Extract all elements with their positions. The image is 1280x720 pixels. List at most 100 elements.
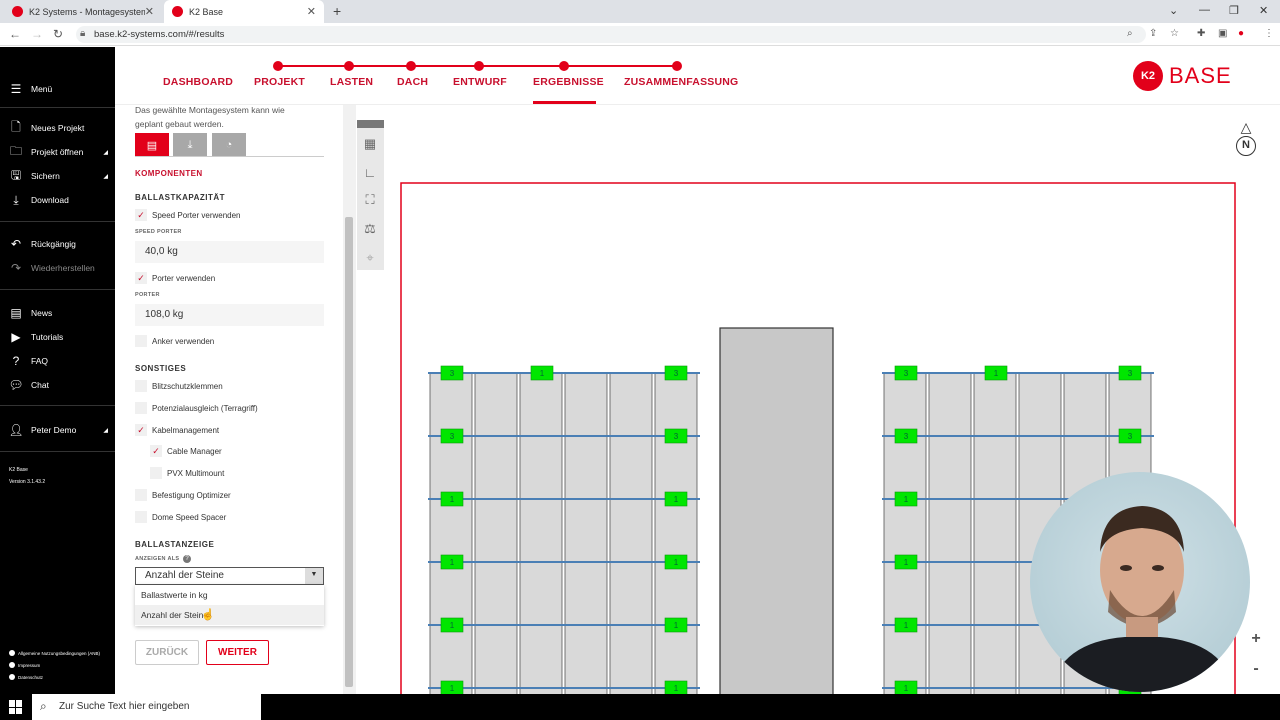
dropdown-option-kg[interactable]: Ballastwerte in kg xyxy=(135,585,324,605)
windows-start-icon[interactable] xyxy=(9,700,23,714)
browser-tab[interactable]: K2 Systems - Montagesysteme fü ✕ xyxy=(4,0,162,23)
component-list-button[interactable]: ▤ xyxy=(135,133,169,157)
step-projekt[interactable]: PROJEKT xyxy=(254,76,305,88)
restore-icon[interactable]: ❐ xyxy=(1229,4,1239,17)
dimension-icon[interactable]: ∟ xyxy=(360,162,380,182)
optimizer-fixing-checkbox[interactable]: Befestigung Optimizer xyxy=(135,488,231,502)
close-icon[interactable]: ✕ xyxy=(145,5,154,18)
sidebar-item-news[interactable]: ▤ News xyxy=(8,304,52,322)
close-window-icon[interactable]: ✕ xyxy=(1259,4,1268,17)
share-icon[interactable]: ⇪ xyxy=(1149,28,1157,39)
zoom-out-button[interactable]: - xyxy=(1243,656,1269,682)
back-button[interactable]: ZURÜCK xyxy=(135,640,199,665)
sidebar-item-open-project[interactable]: 🗀︎ Projekt öffnen ◢ xyxy=(8,143,113,161)
equipotential-checkbox[interactable]: Potenzialausgleich (Terragriff) xyxy=(135,401,258,415)
ballast-capacity-heading: BALLASTKAPAZITÄT xyxy=(135,193,226,202)
terms-link[interactable]: Allgemeine Nutzungsbedingungen (ANB) xyxy=(9,650,100,656)
sidebar-item-undo[interactable]: ↶ Rückgängig xyxy=(8,235,76,253)
export-button[interactable]: ⤓ xyxy=(173,133,207,157)
toolbar-handle[interactable] xyxy=(357,120,384,128)
step-entwurf[interactable]: ENTWURF xyxy=(453,76,507,88)
bookmark-star-icon[interactable]: ☆ xyxy=(1170,28,1179,39)
chat-icon: 💬︎ xyxy=(8,378,24,392)
section-components-title[interactable]: KOMPONENTEN xyxy=(135,169,203,178)
reading-list-icon[interactable]: ▣ xyxy=(1218,28,1227,39)
next-button[interactable]: WEITER xyxy=(206,640,269,665)
profile-icon[interactable]: ● xyxy=(1238,28,1244,39)
pvx-multimount-checkbox[interactable]: PVX Multimount xyxy=(150,466,224,480)
step-dach[interactable]: DACH xyxy=(397,76,428,88)
ballast-count-label: 1 xyxy=(904,558,909,567)
step-ergebnisse[interactable]: ERGEBNISSE xyxy=(533,76,604,88)
sidebar-item-save[interactable]: 🖫︎ Sichern ◢ xyxy=(8,167,113,185)
pv-module-column xyxy=(928,372,972,694)
porter-input[interactable]: 108,0 kg xyxy=(135,304,324,326)
ballast-count-label: 3 xyxy=(1128,369,1133,378)
reload-icon[interactable]: ↻ xyxy=(53,27,63,41)
ballast-count-label: 1 xyxy=(450,558,455,567)
browser-tab-active[interactable]: K2 Base ✕ xyxy=(164,0,324,23)
sidebar-item-tutorials[interactable]: ▶ Tutorials xyxy=(8,328,63,346)
menu-dots-icon[interactable]: ⋮ xyxy=(1264,28,1274,39)
user-icon: 👤︎ xyxy=(8,423,24,437)
sidebar-item-chat[interactable]: 💬︎ Chat xyxy=(8,376,49,394)
privacy-link[interactable]: Datenschutz xyxy=(9,674,43,680)
close-icon[interactable]: ✕ xyxy=(307,5,316,18)
ballast-weight-icon[interactable]: ⚖ xyxy=(360,219,380,239)
ballast-count-label: 1 xyxy=(450,495,455,504)
ballast-count-label: 1 xyxy=(904,621,909,630)
forward-arrow-icon[interactable]: → xyxy=(31,27,43,41)
sidebar-item-download[interactable]: ⤓ Download xyxy=(8,191,68,209)
step-lasten[interactable]: LASTEN xyxy=(330,76,373,88)
step-dot xyxy=(406,61,416,71)
sidebar-item-label: Wiederherstellen xyxy=(31,263,95,273)
divider xyxy=(135,156,324,157)
step-dashboard[interactable]: DASHBOARD xyxy=(163,76,233,88)
cable-management-checkbox[interactable]: ✓ Kabelmanagement xyxy=(135,423,219,437)
tab-search-icon[interactable]: ⌄ xyxy=(1169,4,1178,17)
sidebar-item-redo[interactable]: ↷ Wiederherstellen xyxy=(8,259,95,277)
extensions-icon[interactable]: ✚ xyxy=(1197,28,1205,39)
sidebar-item-faq[interactable]: ? FAQ xyxy=(8,352,48,370)
menu-button[interactable]: ☰ Menü xyxy=(8,80,53,98)
download-icon: ⤓ xyxy=(13,192,19,207)
status-text-line1: Das gewählte Montagesystem kann wie xyxy=(135,105,285,115)
lightning-clamps-checkbox[interactable]: Blitzschutzklemmen xyxy=(135,379,223,393)
step-zusammenfassung[interactable]: ZUSAMMENFASSUNG xyxy=(624,76,738,88)
minimize-icon[interactable]: — xyxy=(1199,4,1210,16)
url-field[interactable]: 🔒︎ base.k2-systems.com/#/results xyxy=(76,26,1146,43)
dropdown-option-stones[interactable]: Anzahl der Steine xyxy=(135,605,324,625)
url-text: base.k2-systems.com/#/results xyxy=(94,29,225,40)
pv-module-column xyxy=(883,372,927,694)
speed-porter-input[interactable]: 40,0 kg xyxy=(135,241,324,263)
ballast-count-label: 1 xyxy=(674,495,679,504)
back-arrow-icon[interactable]: ← xyxy=(9,27,21,41)
sidebar-item-user[interactable]: 👤︎ Peter Demo ◢ xyxy=(8,421,113,439)
pv-module-column xyxy=(519,372,563,694)
speed-porter-checkbox[interactable]: ✓ Speed Porter verwenden xyxy=(135,208,241,222)
sidebar-item-new-project[interactable]: 🗋︎ Neues Projekt xyxy=(8,119,84,137)
help-icon[interactable]: ? xyxy=(183,555,191,563)
grid-icon[interactable]: ▦ xyxy=(360,134,380,154)
ballast-display-select[interactable]: Anzahl der Steine ▼ xyxy=(135,567,324,585)
fit-frame-icon[interactable]: ⛶ xyxy=(360,190,380,210)
new-tab-icon[interactable]: + xyxy=(333,3,341,19)
taskbar-search[interactable]: ⌕ Zur Suche Text hier eingeben xyxy=(32,694,261,720)
location-pin-icon[interactable]: ⌖ xyxy=(360,248,380,268)
ballast-count-label: 1 xyxy=(450,684,455,693)
scrollbar-thumb[interactable] xyxy=(345,217,353,687)
anchor-checkbox[interactable]: Anker verwenden xyxy=(135,334,214,348)
hamburger-icon: ☰ xyxy=(10,82,22,96)
checkbox-label: Anker verwenden xyxy=(152,336,215,346)
ballast-count-label: 1 xyxy=(904,684,909,693)
statistics-button[interactable]: ◔ xyxy=(212,133,246,157)
divider xyxy=(0,107,115,108)
zoom-in-button[interactable]: + xyxy=(1243,626,1269,652)
cable-manager-checkbox[interactable]: ✓ Cable Manager xyxy=(150,444,222,458)
porter-checkbox[interactable]: ✓ Porter verwenden xyxy=(135,271,215,285)
imprint-link[interactable]: Impressum xyxy=(9,662,40,668)
zoom-icon[interactable]: ⌕ xyxy=(1127,28,1133,39)
expand-triangle-icon: ◢ xyxy=(103,149,108,156)
canvas-toolbar: ▦ ∟ ⛶ ⚖ ⌖ xyxy=(357,120,384,270)
dome-speed-spacer-checkbox[interactable]: Dome Speed Spacer xyxy=(135,510,226,524)
